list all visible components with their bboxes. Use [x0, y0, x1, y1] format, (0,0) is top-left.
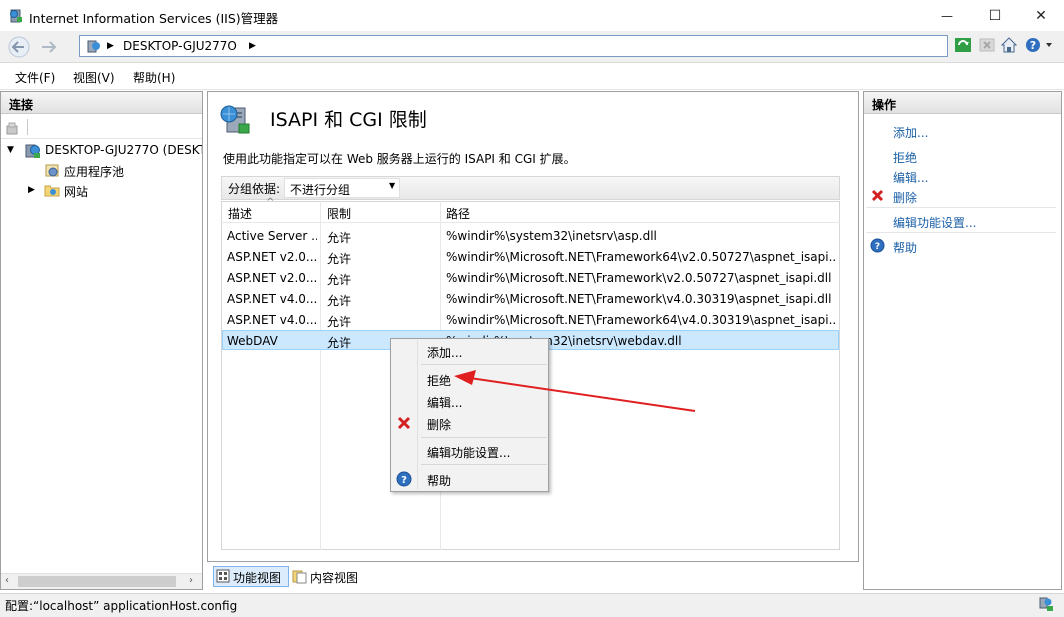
help-icon: ? — [396, 471, 412, 487]
cell-restriction[interactable]: 允许 — [327, 229, 351, 246]
cell-description[interactable]: ASP.NET v4.0.... — [227, 292, 317, 306]
connections-toolbar — [1, 115, 202, 139]
context-menu-separator — [421, 364, 547, 365]
action-add[interactable]: 添加... — [893, 124, 928, 141]
cell-restriction[interactable]: 允许 — [327, 292, 351, 309]
breadcrumb-separator-icon: ▶ — [107, 41, 114, 51]
cell-path[interactable]: %windir%\system32\inetsrv\asp.dll — [446, 229, 836, 243]
isapi-cgi-icon — [219, 102, 253, 136]
back-arrow-icon — [8, 36, 30, 58]
context-menu-edit-feature-settings[interactable]: 编辑功能设置... — [427, 444, 510, 461]
back-button[interactable] — [4, 35, 34, 59]
menu-view[interactable]: 视图(V) — [73, 69, 115, 86]
network-status-icon — [1038, 596, 1054, 612]
menu-help[interactable]: 帮助(H) — [133, 69, 175, 86]
chevron-down-icon[interactable]: ▼ — [389, 181, 395, 190]
iis-app-icon — [8, 8, 24, 24]
maximize-icon: ☐ — [988, 7, 1002, 24]
connections-header: 连接 — [1, 92, 202, 114]
scroll-right-icon[interactable]: › — [189, 575, 193, 586]
refresh-icon[interactable] — [954, 36, 974, 56]
svg-text:?: ? — [1030, 39, 1036, 52]
tree-collapse-icon[interactable]: ▼ — [7, 145, 14, 155]
column-header-path[interactable]: 路径 — [446, 205, 470, 222]
features-view-icon — [216, 569, 230, 583]
svg-text:?: ? — [875, 242, 880, 252]
server-icon — [86, 38, 102, 54]
context-menu-gutter — [417, 340, 418, 490]
cell-path[interactable]: %windir%\Microsoft.NET\Framework64\v2.0.… — [446, 250, 836, 264]
cell-restriction[interactable]: 允许 — [327, 250, 351, 267]
connect-icon[interactable] — [5, 120, 21, 136]
tab-features-view-label: 功能视图 — [233, 571, 282, 585]
actions-separator — [866, 232, 1056, 233]
address-path[interactable]: DESKTOP-GJU277O — [123, 39, 237, 53]
cell-restriction[interactable]: 允许 — [327, 271, 351, 288]
svg-text:?: ? — [401, 475, 407, 486]
forward-button[interactable] — [36, 35, 62, 59]
header-divider — [221, 222, 840, 223]
delete-icon — [870, 188, 885, 203]
sites-folder-icon — [44, 182, 60, 198]
cell-description[interactable]: Active Server ... — [227, 229, 317, 243]
action-edit[interactable]: 编辑... — [893, 169, 928, 186]
context-menu-separator — [421, 464, 547, 465]
tab-content-view[interactable]: 内容视图 — [310, 569, 358, 586]
breadcrumb-chevron-icon[interactable]: ▶ — [249, 41, 256, 51]
app-pool-icon — [44, 162, 60, 178]
page-title: ISAPI 和 CGI 限制 — [270, 109, 427, 131]
close-button[interactable]: ✕ — [1018, 0, 1064, 31]
forward-arrow-icon — [42, 41, 57, 53]
actions-separator — [866, 207, 1056, 208]
cell-description[interactable]: WebDAV — [227, 334, 317, 348]
home-icon[interactable] — [1000, 36, 1020, 56]
tree-expand-icon[interactable]: ▶ — [28, 185, 35, 195]
action-help[interactable]: 帮助 — [893, 239, 917, 256]
cell-path[interactable]: %windir%\Microsoft.NET\Framework64\v4.0.… — [446, 313, 836, 327]
column-header-description[interactable]: 描述 — [228, 205, 252, 222]
status-text: 配置:“localhost” applicationHost.config — [5, 599, 238, 613]
delete-icon — [396, 415, 412, 431]
stop-icon[interactable] — [978, 36, 998, 56]
cell-path[interactable]: %windir%\Microsoft.NET\Framework\v4.0.30… — [446, 292, 836, 306]
cell-restriction[interactable]: 允许 — [327, 334, 351, 351]
minimize-button[interactable]: — — [924, 0, 970, 31]
actions-header: 操作 — [864, 92, 1061, 114]
group-by-label: 分组依据: — [228, 182, 281, 196]
tree-item-app-pools[interactable]: 应用程序池 — [64, 163, 124, 180]
context-menu-help[interactable]: 帮助 — [427, 472, 451, 489]
column-header-restriction[interactable]: 限制 — [327, 205, 351, 222]
window-title: Internet Information Services (IIS)管理器 — [29, 11, 279, 26]
group-by-select[interactable]: 不进行分组 — [284, 178, 400, 198]
close-icon: ✕ — [1035, 7, 1047, 24]
content-view-icon — [292, 569, 307, 584]
cell-description[interactable]: ASP.NET v2.0.... — [227, 250, 317, 264]
toolbar-divider — [27, 119, 28, 135]
cell-description[interactable]: ASP.NET v2.0.... — [227, 271, 317, 285]
menu-file[interactable]: 文件(F) — [15, 69, 55, 86]
scroll-left-icon[interactable]: ‹ — [5, 575, 9, 586]
cell-restriction[interactable]: 允许 — [327, 313, 351, 330]
maximize-button[interactable]: ☐ — [972, 0, 1018, 31]
context-menu-add[interactable]: 添加... — [427, 344, 462, 361]
tree-item-server[interactable]: DESKTOP-GJU277O (DESKT — [45, 143, 202, 157]
feature-description: 使用此功能指定可以在 Web 服务器上运行的 ISAPI 和 CGI 扩展。 — [223, 152, 576, 166]
help-icon: ? — [870, 238, 885, 253]
cell-description[interactable]: ASP.NET v4.0.... — [227, 313, 317, 327]
action-deny[interactable]: 拒绝 — [893, 149, 917, 166]
scrollbar-thumb[interactable] — [18, 576, 176, 587]
column-divider — [320, 201, 321, 550]
server-icon — [24, 142, 42, 160]
annotation-arrow-icon — [440, 368, 700, 421]
minimize-icon: — — [941, 8, 953, 23]
cell-path[interactable]: %windir%\Microsoft.NET\Framework\v2.0.50… — [446, 271, 836, 285]
help-dropdown-button[interactable]: ? — [1024, 36, 1056, 56]
action-delete[interactable]: 删除 — [893, 189, 917, 206]
sort-ascending-icon: ^ — [266, 197, 275, 208]
tree-item-sites[interactable]: 网站 — [64, 183, 88, 200]
context-menu-separator — [421, 437, 547, 438]
action-edit-feature-settings[interactable]: 编辑功能设置... — [893, 214, 976, 231]
